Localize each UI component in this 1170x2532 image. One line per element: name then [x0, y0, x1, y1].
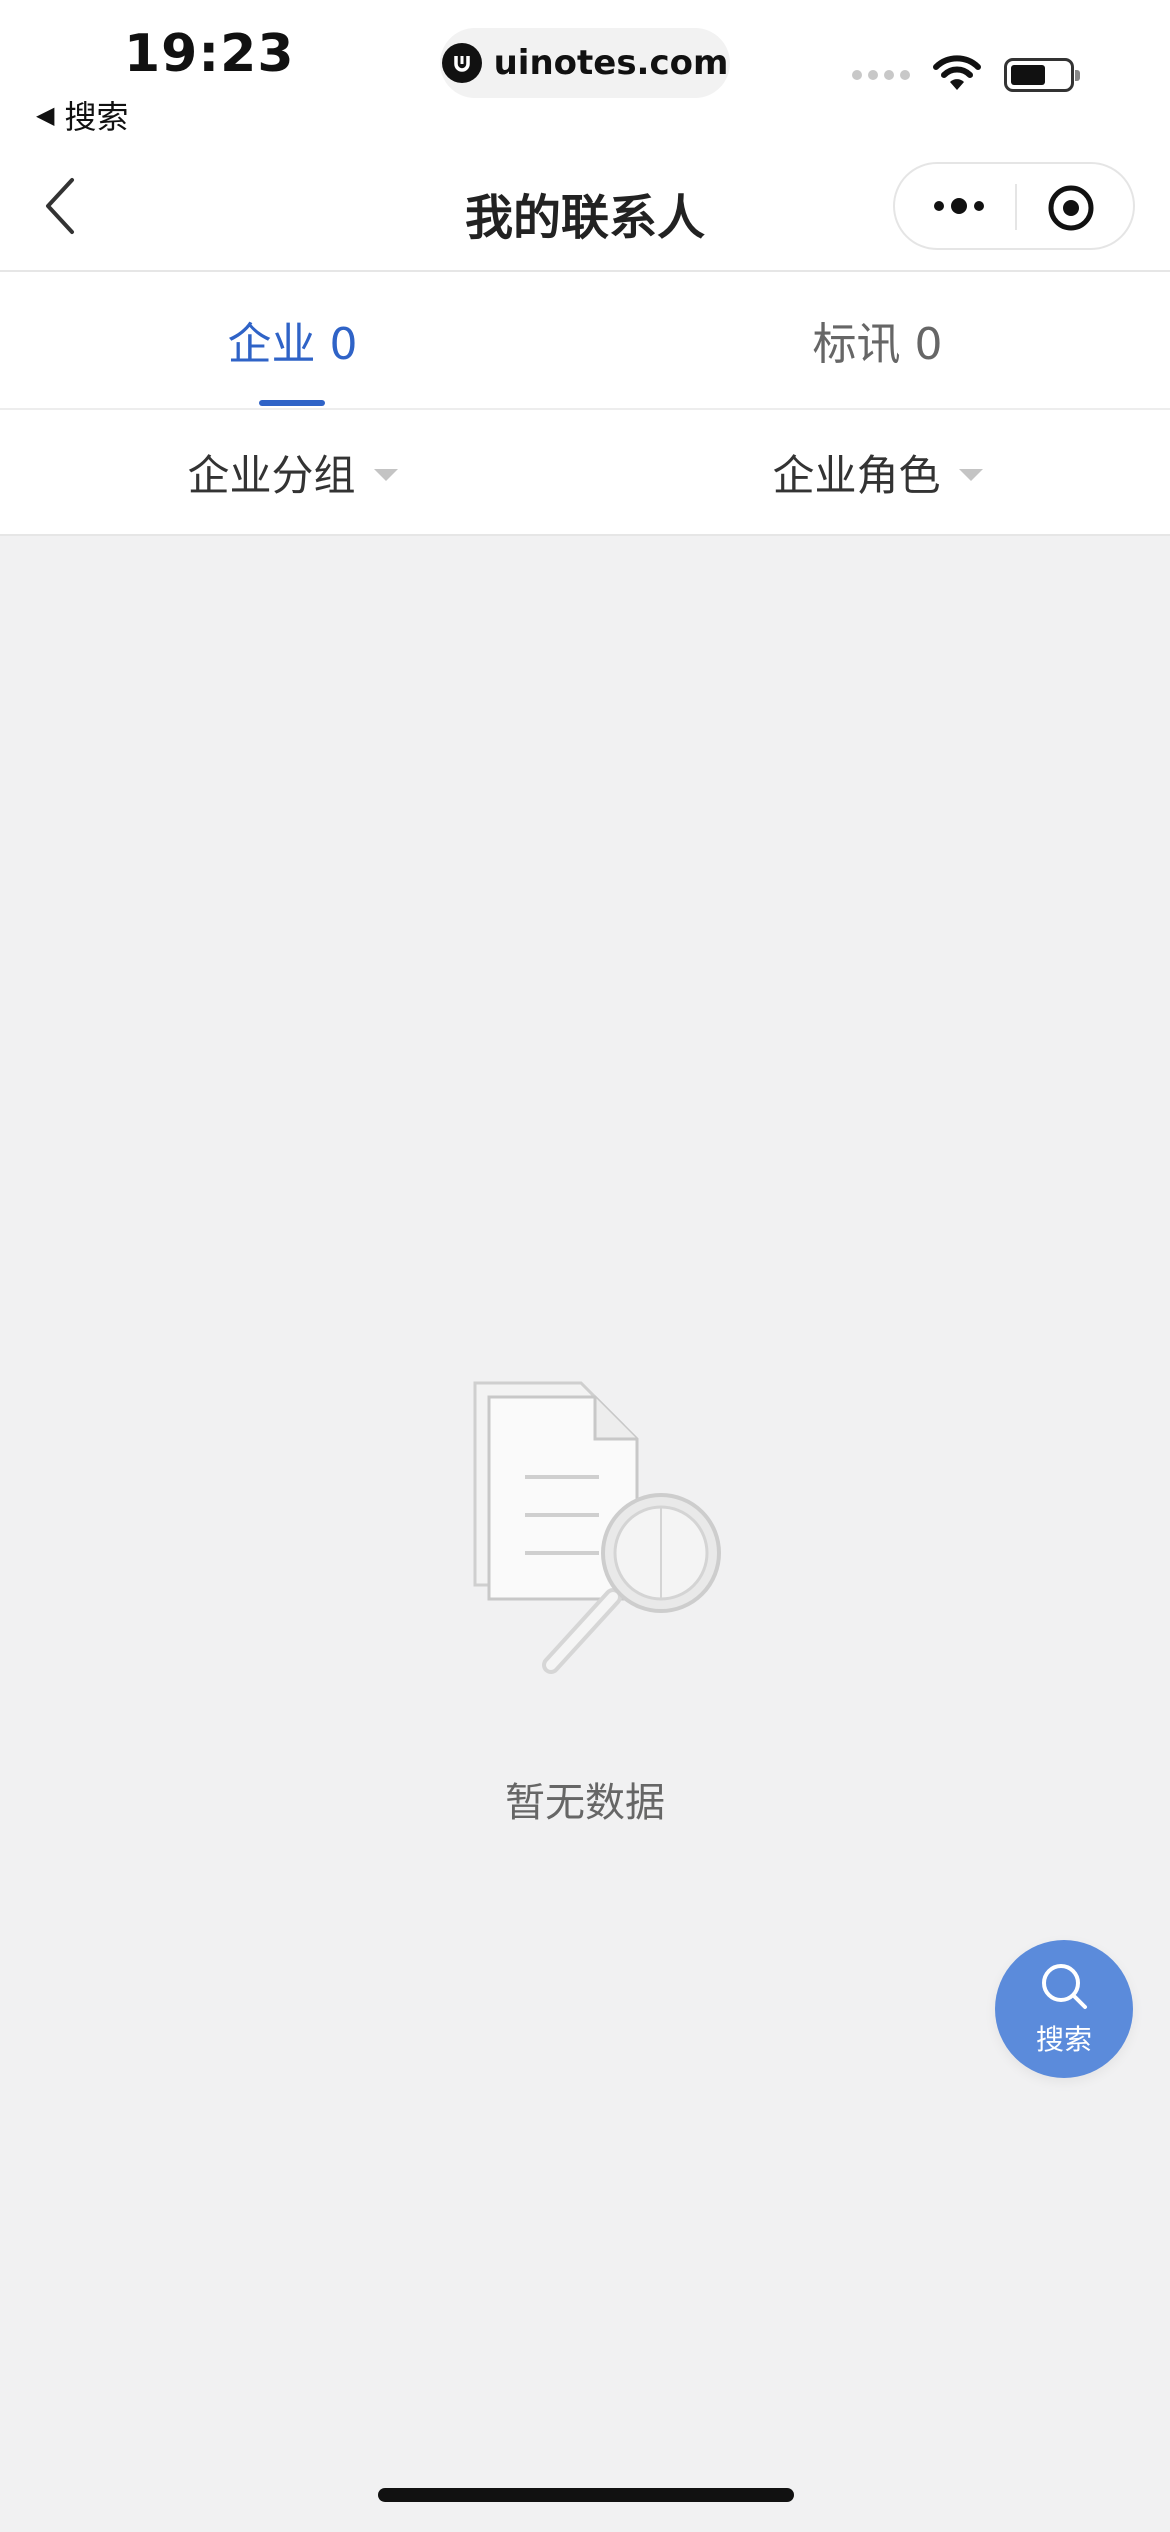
battery-icon [1004, 58, 1080, 92]
floating-search-button[interactable]: 搜索 [995, 1940, 1133, 2078]
active-tab-indicator [259, 400, 325, 406]
capsule-divider [1015, 184, 1017, 230]
caret-down-icon [958, 469, 983, 481]
filter-label: 企业分组 [187, 450, 356, 500]
caret-down-icon [373, 469, 398, 481]
mini-program-capsule [893, 162, 1135, 250]
more-button[interactable] [929, 186, 989, 226]
screen: 19:23 ◀ 搜索 uinotes.com 我的联系人 企业 0 标讯 0 企… [0, 0, 1170, 2532]
close-mini-program-button[interactable] [1047, 184, 1095, 232]
tab-enterprise[interactable]: 企业 0 [0, 272, 585, 408]
target-icon [1048, 185, 1094, 231]
filter-bar: 企业分组 企业角色 [0, 410, 1170, 536]
url-text: uinotes.com [493, 43, 729, 83]
search-icon [1042, 1964, 1087, 2009]
back-triangle-icon: ◀ [36, 101, 55, 129]
status-time: 19:23 [124, 24, 295, 84]
tab-bids[interactable]: 标讯 0 [585, 272, 1170, 408]
empty-state-text: 暂无数据 [505, 1780, 665, 1826]
wifi-icon [932, 54, 982, 96]
status-indicators [852, 54, 1080, 96]
more-dots-icon [934, 198, 984, 214]
document-search-icon [463, 1375, 733, 1685]
back-to-app-link[interactable]: ◀ 搜索 [36, 92, 128, 138]
header: 19:23 ◀ 搜索 uinotes.com 我的联系人 [0, 0, 1170, 272]
filter-label: 企业角色 [772, 450, 941, 500]
fab-label: 搜索 [1035, 2023, 1092, 2056]
back-app-label: 搜索 [64, 98, 129, 136]
filter-enterprise-role[interactable]: 企业角色 [585, 410, 1170, 534]
home-indicator[interactable] [378, 2488, 794, 2502]
tab-bar: 企业 0 标讯 0 [0, 272, 1170, 410]
site-logo-icon [441, 43, 482, 83]
filter-enterprise-group[interactable]: 企业分组 [0, 410, 585, 534]
url-pill[interactable]: uinotes.com [440, 28, 730, 98]
signal-icon [852, 70, 910, 80]
